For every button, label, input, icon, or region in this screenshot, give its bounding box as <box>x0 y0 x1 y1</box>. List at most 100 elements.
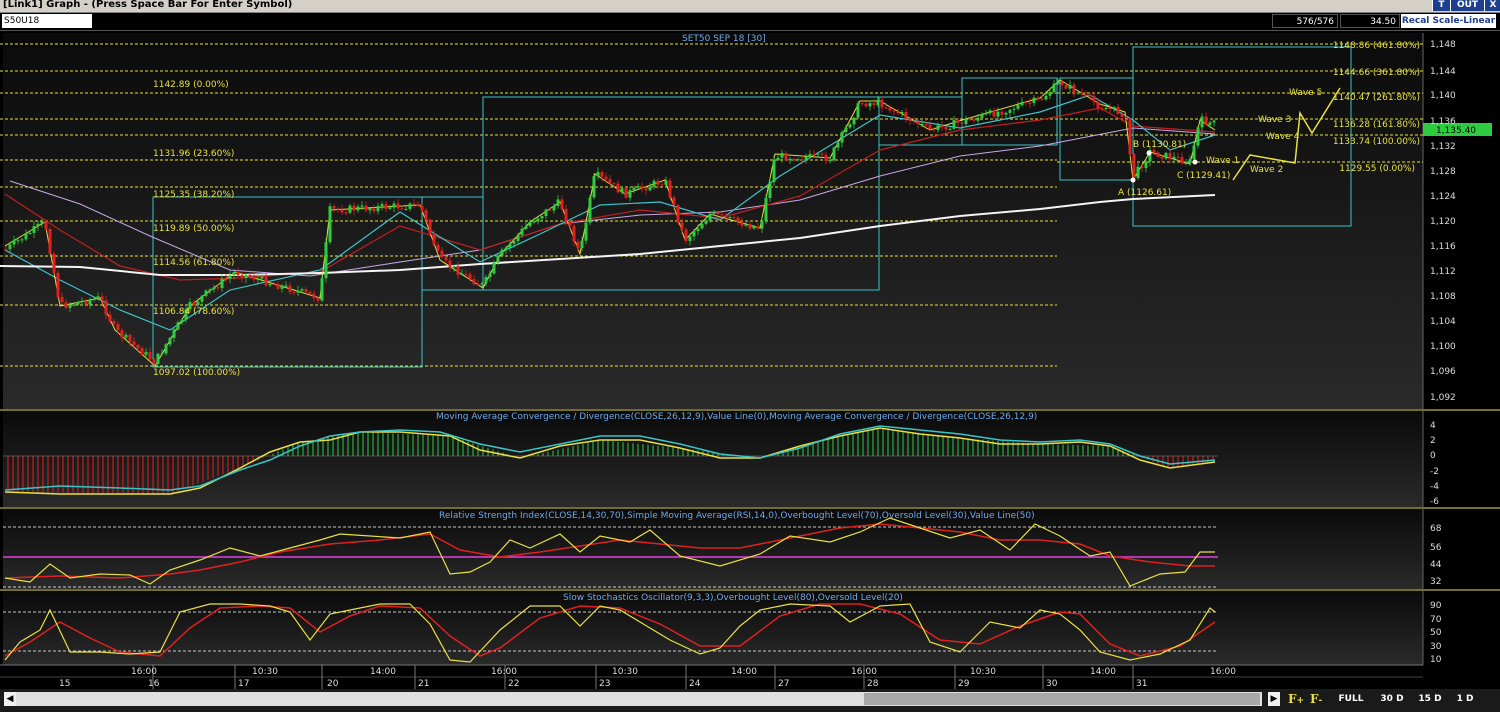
candle-body <box>1208 122 1212 125</box>
candle-body <box>632 187 636 191</box>
candle-body <box>196 301 200 305</box>
window-title: [Link1] Graph - (Press Space Bar For Ent… <box>3 0 293 10</box>
candle-body <box>452 265 456 268</box>
candle-body <box>740 221 744 226</box>
candle-body <box>1032 97 1036 103</box>
candle-body <box>1076 92 1080 94</box>
day-label: 30 <box>1046 679 1058 689</box>
candle-body <box>156 353 160 364</box>
candle-body <box>404 208 408 210</box>
fib-label: 1148.86 (461.80%) <box>1333 41 1420 51</box>
candle-body <box>208 289 212 291</box>
candle-body <box>280 285 284 289</box>
macd-tick: 2 <box>1430 436 1436 446</box>
candle-body <box>20 239 24 241</box>
zoom-out-button[interactable]: F- <box>1310 691 1322 707</box>
rsi-tick: 44 <box>1430 560 1442 570</box>
candle-body <box>136 344 140 349</box>
candle-body <box>824 154 828 162</box>
candle-body <box>168 337 172 345</box>
stoch-tick: 10 <box>1430 655 1442 665</box>
candle-body <box>596 172 600 177</box>
horizontal-scrollbar[interactable]: ◀ ▶ <box>4 692 1280 706</box>
candle-body <box>856 103 860 118</box>
time-label: 16:00 <box>1210 667 1236 677</box>
candle-body <box>848 124 852 128</box>
macd-tick: -2 <box>1430 467 1439 477</box>
candle-body <box>1060 81 1064 86</box>
candle-body <box>124 334 128 338</box>
out-button[interactable]: OUT <box>1450 0 1484 11</box>
t-button[interactable]: T <box>1432 0 1450 11</box>
candle-body <box>776 157 780 160</box>
candle-body <box>248 274 252 278</box>
candle-body <box>40 221 44 224</box>
candle-body <box>656 180 660 185</box>
candle-body <box>232 272 236 276</box>
close-button[interactable]: X <box>1484 0 1500 11</box>
candle-body <box>372 208 376 212</box>
candle-body <box>344 212 348 214</box>
candle-body <box>644 188 648 191</box>
candle-body <box>992 110 996 117</box>
candle-body <box>164 344 168 354</box>
scroll-left-icon[interactable]: ◀ <box>4 692 16 706</box>
candle-body <box>376 206 380 212</box>
candle-body <box>444 257 448 261</box>
time-label: 16:00 <box>491 667 517 677</box>
candle-body <box>1016 105 1020 109</box>
day-label: 24 <box>689 679 701 689</box>
macd-tick: 0 <box>1430 451 1436 461</box>
candle-body <box>204 290 208 296</box>
candle-body <box>288 285 292 293</box>
period-1d-button[interactable]: 1 D <box>1452 692 1478 706</box>
chart-area[interactable]: SET50 SEP 18 [30] 1142.89 (0.00%) 1131.9… <box>0 31 1500 689</box>
candle-body <box>1156 152 1160 157</box>
candle-body <box>608 179 612 184</box>
fib-label: 1129.55 (0.00%) <box>1339 164 1415 174</box>
candle-body <box>528 221 532 227</box>
period-15d-button[interactable]: 15 D <box>1414 692 1446 706</box>
candle-body <box>1152 150 1156 153</box>
candle-body <box>868 103 872 107</box>
candle-body <box>664 180 668 185</box>
day-label: 20 <box>327 679 339 689</box>
candle-body <box>732 217 736 219</box>
symbol-input[interactable]: S50U18 <box>2 14 92 28</box>
recal-scale-button[interactable]: Recal Scale-Linear <box>1401 14 1496 28</box>
candle-body <box>112 321 116 325</box>
candle-body <box>1212 120 1216 123</box>
candle-body <box>1196 127 1200 146</box>
candle-body <box>704 220 708 224</box>
candle-body <box>628 190 632 198</box>
candle-body <box>736 217 740 222</box>
candle-body <box>680 222 684 230</box>
candle-body <box>224 278 228 280</box>
zoom-in-button[interactable]: F+ <box>1288 691 1304 707</box>
candle-body <box>216 287 220 289</box>
candle-body <box>12 240 16 245</box>
candle-body <box>480 283 484 285</box>
candle-body <box>1136 166 1140 179</box>
candle-body <box>1180 157 1184 164</box>
day-label: 29 <box>958 679 970 689</box>
candle-body <box>784 153 788 161</box>
time-label: 14:00 <box>731 667 757 677</box>
period-full-button[interactable]: FULL <box>1334 692 1368 706</box>
candle-body <box>544 209 548 217</box>
scroll-thumb[interactable] <box>864 693 1260 705</box>
macd-tick: -6 <box>1430 497 1439 507</box>
candle-body <box>1072 84 1076 93</box>
candle-body <box>16 240 20 242</box>
candle-body <box>516 234 520 241</box>
candle-body <box>864 103 868 107</box>
candle-body <box>392 203 396 208</box>
price-tick: 1,096 <box>1430 367 1456 377</box>
scroll-right-icon[interactable]: ▶ <box>1268 692 1280 706</box>
candle-body <box>276 284 280 289</box>
wave-label: Wave 2 <box>1250 165 1283 175</box>
period-30d-button[interactable]: 30 D <box>1376 692 1408 706</box>
candle-body <box>672 197 676 205</box>
time-label: 10:30 <box>252 667 278 677</box>
time-label: 14:00 <box>370 667 396 677</box>
